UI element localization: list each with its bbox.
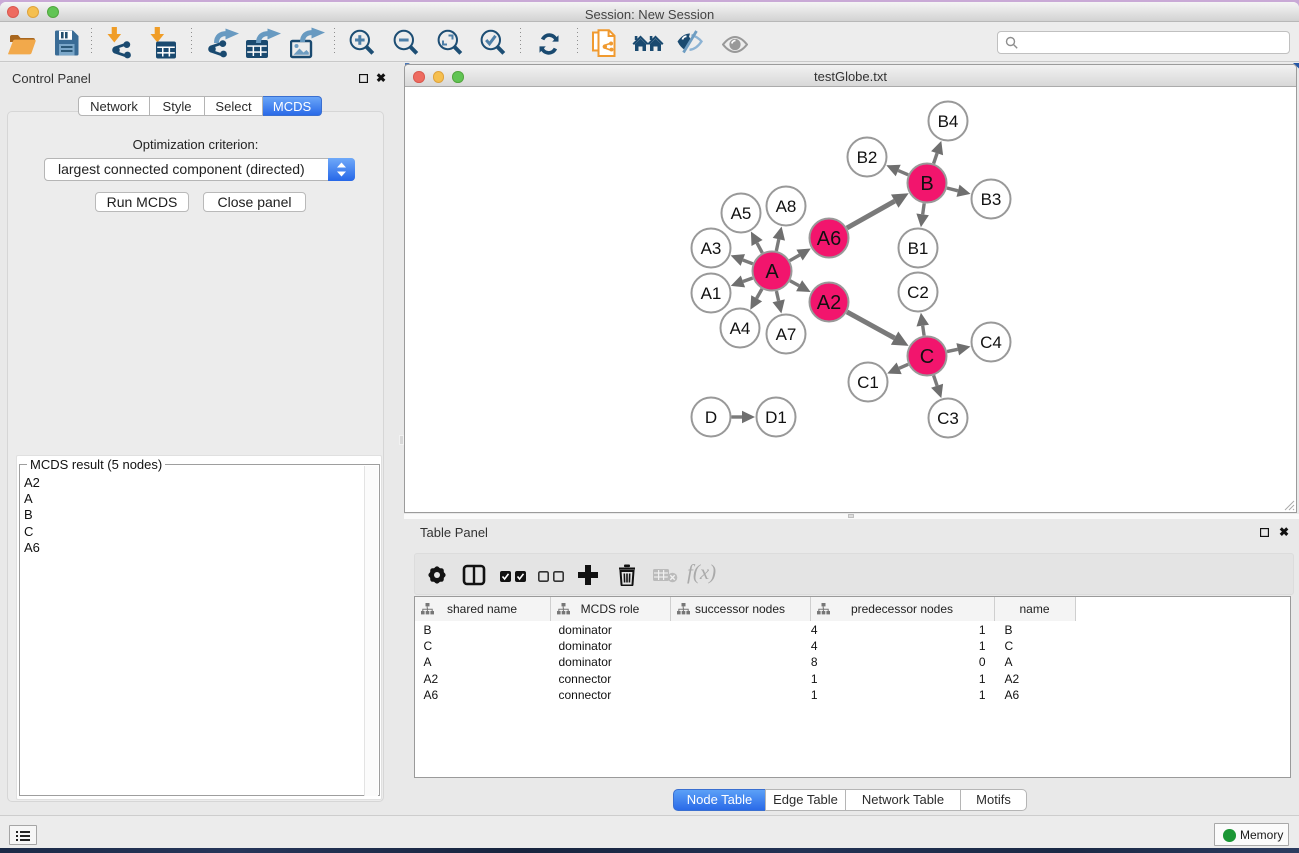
svg-text:A4: A4 — [730, 319, 751, 338]
svg-text:A2: A2 — [817, 292, 841, 314]
svg-text:A3: A3 — [701, 239, 722, 258]
svg-text:A5: A5 — [731, 204, 752, 223]
svg-text:C2: C2 — [907, 283, 929, 302]
svg-text:C3: C3 — [937, 409, 959, 428]
svg-text:A8: A8 — [776, 197, 797, 216]
svg-text:B: B — [920, 173, 933, 195]
svg-text:A: A — [765, 261, 779, 283]
svg-text:B3: B3 — [981, 190, 1002, 209]
svg-text:B1: B1 — [908, 239, 929, 258]
svg-text:C1: C1 — [857, 373, 879, 392]
svg-text:A6: A6 — [817, 228, 841, 250]
svg-text:D1: D1 — [765, 408, 787, 427]
svg-text:C: C — [920, 346, 934, 368]
svg-text:A7: A7 — [776, 325, 797, 344]
svg-text:A1: A1 — [701, 284, 722, 303]
svg-text:B4: B4 — [938, 112, 959, 131]
svg-text:C4: C4 — [980, 333, 1002, 352]
svg-text:B2: B2 — [857, 148, 878, 167]
svg-text:D: D — [705, 408, 717, 427]
